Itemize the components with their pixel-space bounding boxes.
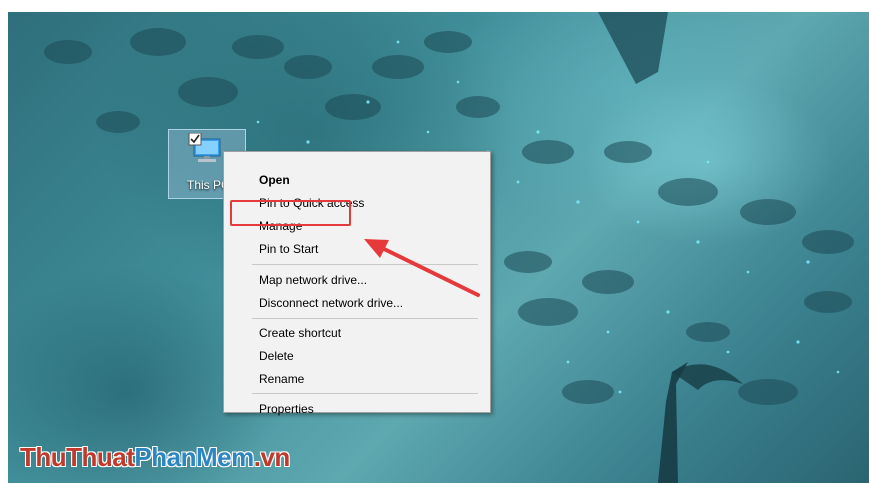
menu-separator bbox=[252, 318, 478, 319]
menu-item-open[interactable]: Open bbox=[259, 173, 290, 187]
watermark-part-3: .vn bbox=[253, 442, 291, 472]
watermark: ThuThuatPhanMem.vn bbox=[20, 442, 290, 473]
menu-item-create-shortcut[interactable]: Create shortcut bbox=[259, 326, 341, 340]
menu-item-map-network-drive[interactable]: Map network drive... bbox=[259, 273, 367, 287]
menu-separator bbox=[252, 264, 478, 265]
menu-separator bbox=[252, 393, 478, 394]
manage-highlight-box bbox=[230, 200, 351, 226]
watermark-part-1: ThuThuat bbox=[20, 442, 135, 472]
context-menu: Open Pin to Quick access Manage Pin to S… bbox=[223, 151, 491, 416]
menu-item-delete[interactable]: Delete bbox=[259, 349, 294, 363]
menu-item-disconnect-network-drive[interactable]: Disconnect network drive... bbox=[259, 296, 403, 310]
this-pc-icon bbox=[188, 133, 221, 162]
watermark-part-2: PhanMem bbox=[134, 442, 254, 472]
menu-item-rename[interactable]: Rename bbox=[259, 372, 304, 386]
menu-item-properties[interactable]: Properties bbox=[259, 402, 314, 416]
menu-item-pin-to-start[interactable]: Pin to Start bbox=[259, 242, 318, 256]
